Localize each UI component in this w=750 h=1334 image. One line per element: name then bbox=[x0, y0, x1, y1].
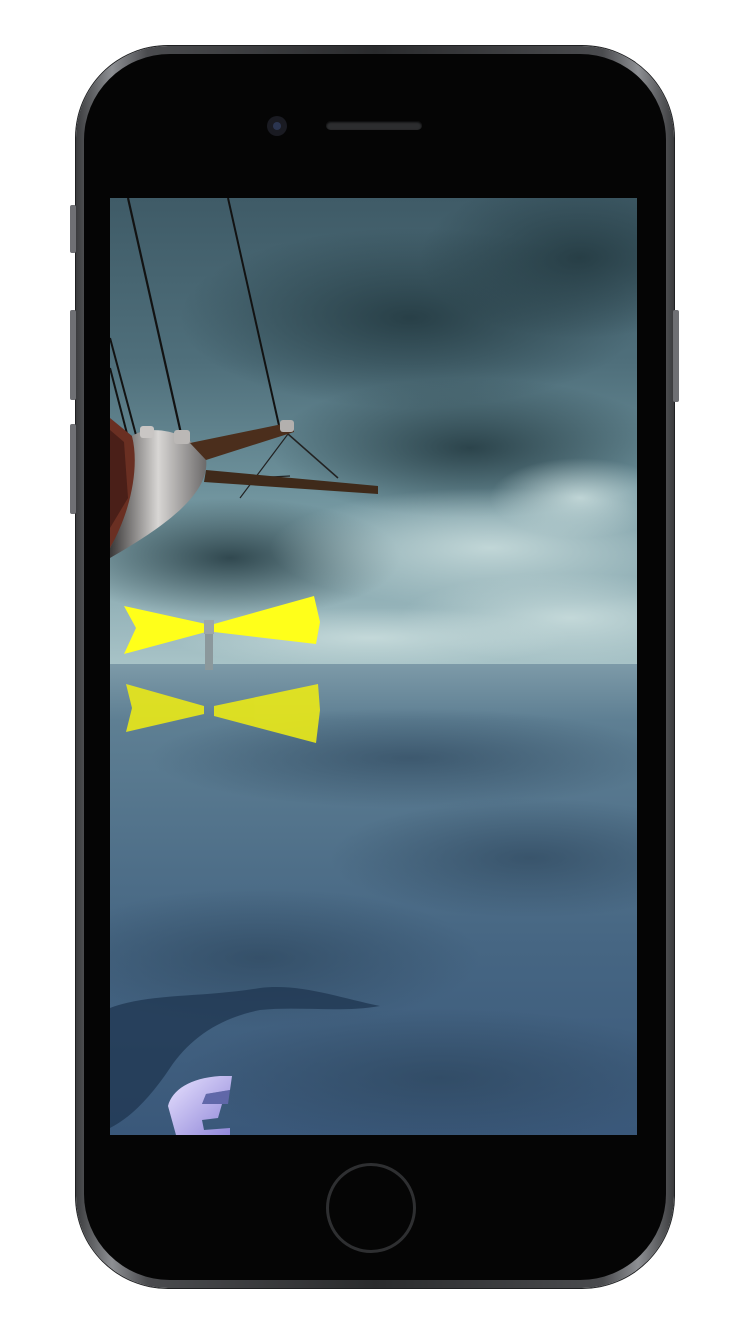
front-camera-icon bbox=[267, 116, 287, 136]
home-button[interactable] bbox=[326, 1163, 416, 1253]
volume-down-button bbox=[70, 424, 76, 514]
mute-switch bbox=[70, 205, 76, 253]
game-viewport[interactable] bbox=[110, 198, 637, 1135]
volume-up-button bbox=[70, 310, 76, 400]
speaker-grille bbox=[326, 121, 422, 130]
game-scene bbox=[110, 198, 637, 1135]
power-button bbox=[673, 310, 679, 402]
